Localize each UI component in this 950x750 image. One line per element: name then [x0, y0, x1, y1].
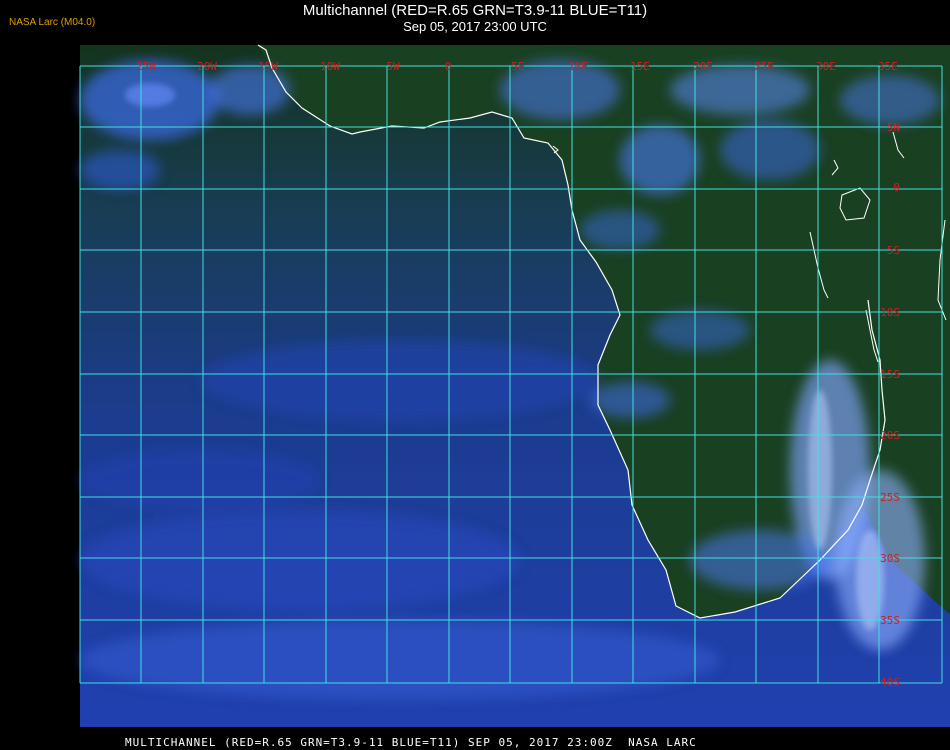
latitude-label: 25S [880, 491, 900, 504]
longitude-label: 25W [136, 60, 156, 73]
longitude-label: 5W [386, 60, 400, 73]
longitude-label: 25E [754, 60, 774, 73]
longitude-label: 15W [258, 60, 278, 73]
longitude-label: 20W [197, 60, 217, 73]
longitude-label: 15E [630, 60, 650, 73]
latitude-label: 15S [880, 368, 900, 381]
latitude-label: 5N [887, 121, 900, 134]
latitude-label: 5S [887, 244, 900, 257]
longitude-label: 10E [568, 60, 588, 73]
satellite-map: 25W 20W 15W 10W 5W 0 5E 10E 15E 20E 25E 30E 35E 5N 0 5S… [79, 44, 950, 727]
footer-caption: MULTICHANNEL (RED=R.65 GRN=T3.9-11 BLUE=… [125, 736, 697, 749]
latitude-label: 40S [880, 676, 900, 689]
longitude-label: 20E [693, 60, 713, 73]
latitude-label: 35S [880, 614, 900, 627]
longitude-label: 5E [511, 60, 524, 73]
longitude-label: 35E [878, 60, 898, 73]
latitude-label: 30S [880, 552, 900, 565]
longitude-label: 0 [445, 60, 452, 73]
longitude-label: 10W [320, 60, 340, 73]
longitude-label: 30E [816, 60, 836, 73]
latitude-label: 20S [880, 429, 900, 442]
latitude-label: 10S [880, 306, 900, 319]
latitude-label: 0 [893, 181, 900, 194]
